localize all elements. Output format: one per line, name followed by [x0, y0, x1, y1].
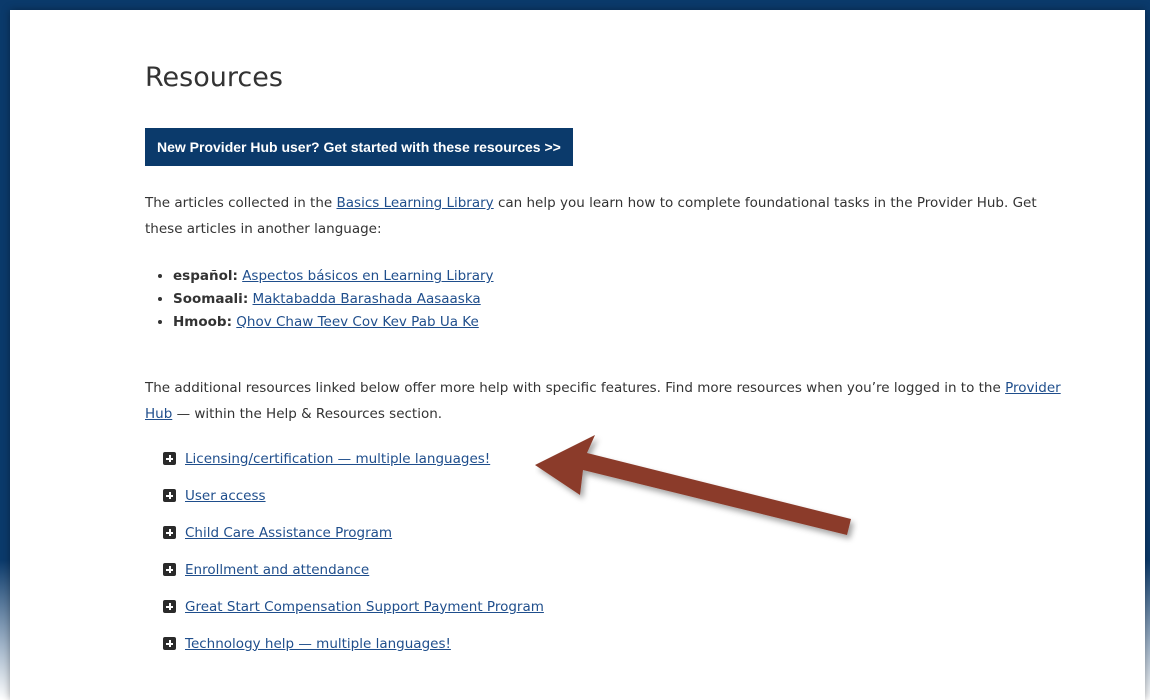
- accordion-item-ccap[interactable]: Child Care Assistance Program: [163, 514, 544, 551]
- language-label: Hmoob:: [173, 314, 232, 330]
- plus-square-icon[interactable]: [163, 600, 176, 613]
- plus-square-icon[interactable]: [163, 452, 176, 465]
- plus-square-icon[interactable]: [163, 637, 176, 650]
- accordion-item-user-access[interactable]: User access: [163, 477, 544, 514]
- resources-accordion: Licensing/certification — multiple langu…: [163, 440, 544, 662]
- annotation-arrow-icon: [535, 435, 851, 535]
- list-item: español: Aspectos básicos en Learning Li…: [173, 265, 494, 288]
- language-label: español:: [173, 268, 238, 284]
- accordion-label[interactable]: Licensing/certification — multiple langu…: [185, 451, 490, 467]
- additional-text-end: — within the Help & Resources section.: [172, 406, 443, 422]
- additional-resources-paragraph: The additional resources linked below of…: [145, 375, 1065, 427]
- language-list: español: Aspectos básicos en Learning Li…: [145, 265, 494, 334]
- page-panel: Resources New Provider Hub user? Get sta…: [10, 10, 1145, 700]
- plus-square-icon[interactable]: [163, 563, 176, 576]
- accordion-item-great-start[interactable]: Great Start Compensation Support Payment…: [163, 588, 544, 625]
- plus-square-icon[interactable]: [163, 526, 176, 539]
- get-started-button[interactable]: New Provider Hub user? Get started with …: [145, 128, 573, 166]
- accordion-label[interactable]: Child Care Assistance Program: [185, 525, 392, 541]
- intro-paragraph: The articles collected in the Basics Lea…: [145, 190, 1065, 242]
- basics-learning-library-link[interactable]: Basics Learning Library: [337, 195, 494, 211]
- accordion-label[interactable]: Enrollment and attendance: [185, 562, 369, 578]
- page-title: Resources: [145, 62, 283, 93]
- additional-text-start: The additional resources linked below of…: [145, 380, 1006, 396]
- accordion-label[interactable]: User access: [185, 488, 266, 504]
- accordion-item-enrollment[interactable]: Enrollment and attendance: [163, 551, 544, 588]
- accordion-label[interactable]: Great Start Compensation Support Payment…: [185, 599, 544, 615]
- language-label: Soomaali:: [173, 291, 249, 307]
- accordion-item-technology[interactable]: Technology help — multiple languages!: [163, 625, 544, 662]
- accordion-item-licensing[interactable]: Licensing/certification — multiple langu…: [163, 440, 544, 477]
- list-item: Soomaali: Maktabadda Barashada Aasaaska: [173, 288, 494, 311]
- accordion-label[interactable]: Technology help — multiple languages!: [185, 636, 451, 652]
- list-item: Hmoob: Qhov Chaw Teev Cov Kev Pab Ua Ke: [173, 311, 494, 334]
- plus-square-icon[interactable]: [163, 489, 176, 502]
- intro-text-start: The articles collected in the: [145, 195, 337, 211]
- somali-library-link[interactable]: Maktabadda Barashada Aasaaska: [253, 291, 481, 307]
- hmong-library-link[interactable]: Qhov Chaw Teev Cov Kev Pab Ua Ke: [236, 314, 479, 330]
- spanish-library-link[interactable]: Aspectos básicos en Learning Library: [242, 268, 493, 284]
